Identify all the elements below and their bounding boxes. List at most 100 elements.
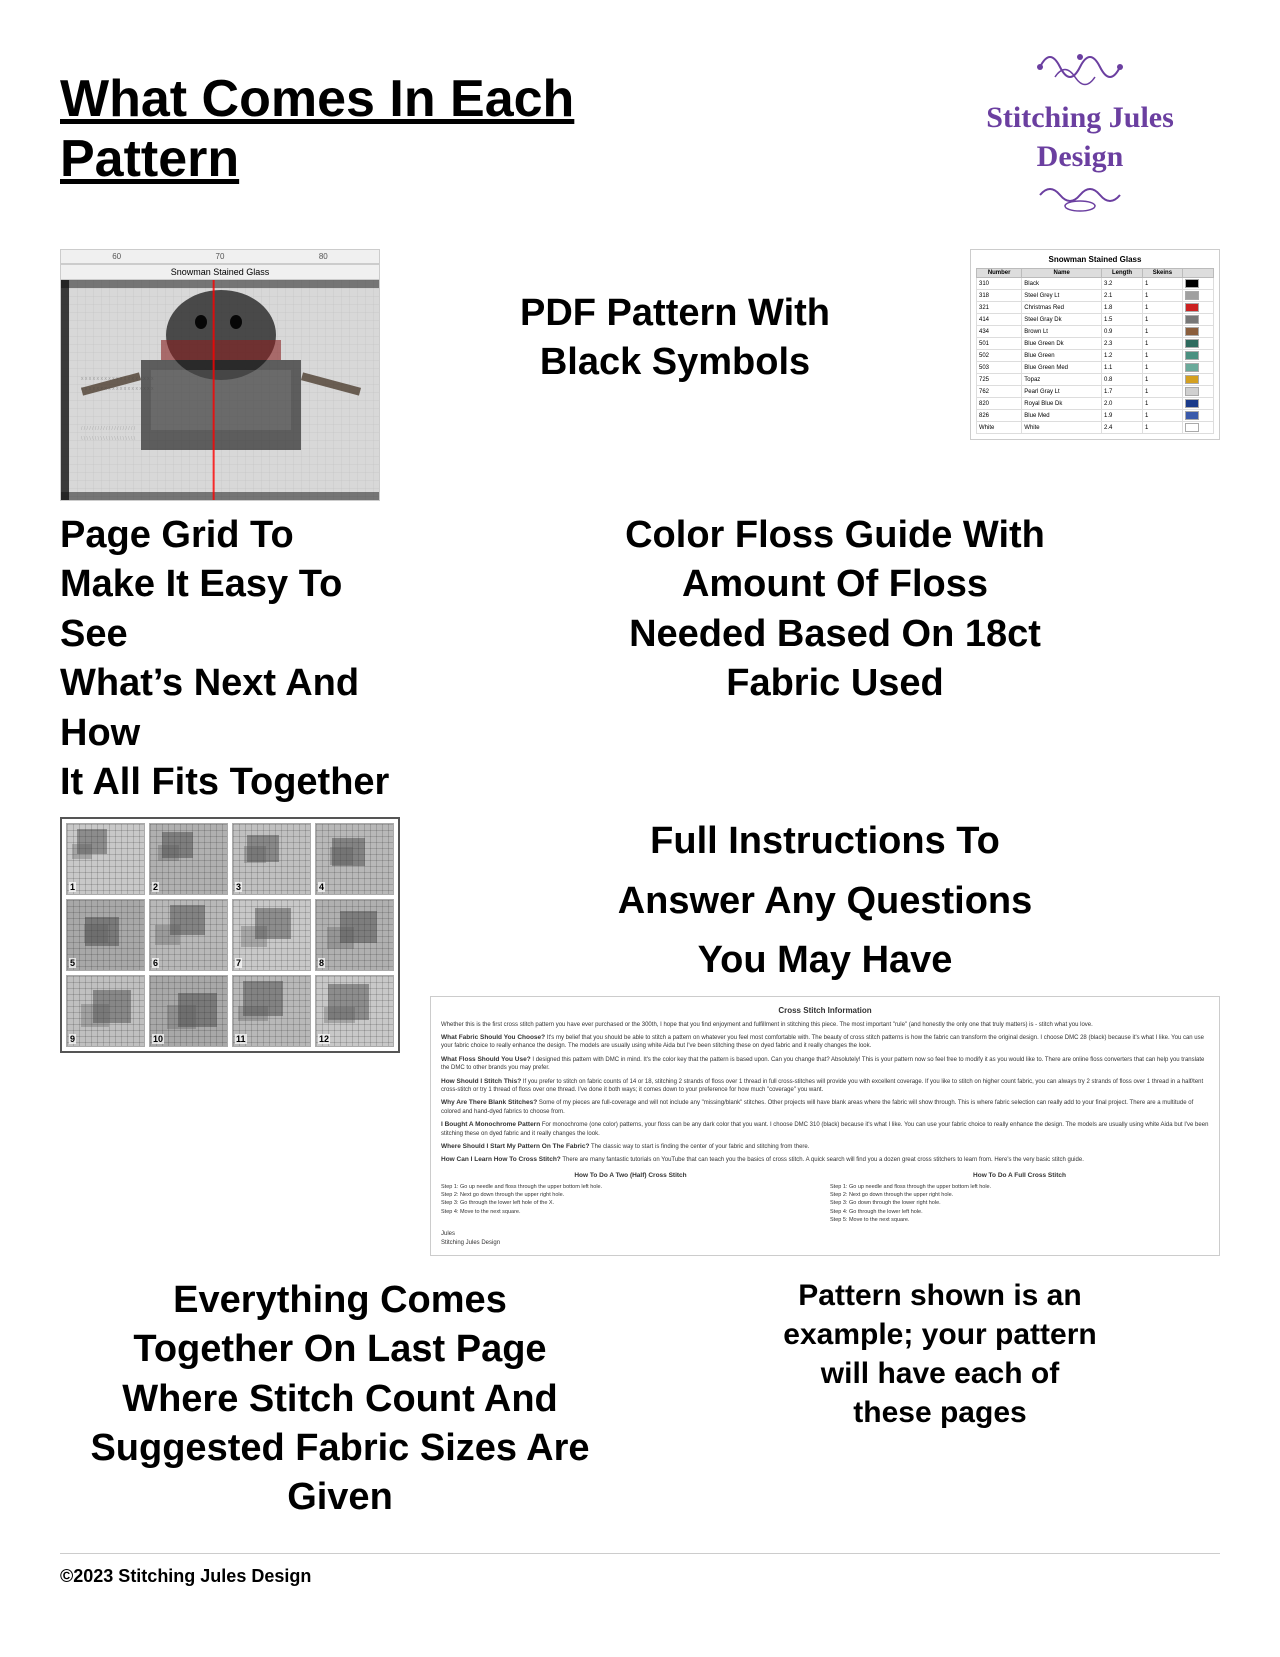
full-step-1: Step 1: Go up needle and floss through t… — [830, 1183, 1209, 1191]
svg-text:x x x x x x x x x x x x x x x: x x x x x x x x x x x x x x x x x x x — [81, 376, 154, 382]
thumb-cell: 12 — [315, 975, 394, 1047]
floss-skeins: 1 — [1142, 290, 1182, 302]
page-grid-label-2: Make It Easy To See — [60, 560, 410, 659]
floss-skeins: 1 — [1142, 410, 1182, 422]
mini-doc-title: Cross Stitch Information — [441, 1005, 1209, 1016]
logo-top-flourish — [1020, 42, 1140, 98]
mini-doc-stitch-section: How Should I Stitch This? If you prefer … — [441, 1077, 1209, 1095]
thumb-cell: 9 — [66, 975, 145, 1047]
ruler-mark-80: 80 — [319, 252, 328, 261]
thumb-cell: 3 — [232, 823, 311, 895]
floss-table: Number Name Length Skeins 310 Black 3.2 … — [976, 268, 1214, 434]
floss-row: 820 Royal Blue Dk 2.0 1 — [977, 398, 1214, 410]
half-step-1: Step 1: Go up needle and floss through t… — [441, 1183, 820, 1191]
floss-col-length: Length — [1102, 269, 1143, 278]
floss-name: Pearl Gray Lt — [1022, 386, 1102, 398]
floss-row: 434 Brown Lt 0.9 1 — [977, 326, 1214, 338]
mini-doc-learn-section: How Can I Learn How To Cross Stitch? The… — [441, 1155, 1209, 1164]
floss-color-swatch — [1182, 374, 1213, 386]
ruler-mark-70: 70 — [216, 252, 225, 261]
floss-length: 2.4 — [1102, 422, 1143, 434]
page-grid-text: Page Grid To Make It Easy To See What’s … — [60, 511, 410, 807]
logo-text: Stitching Jules Design — [940, 98, 1220, 176]
instructions-label-2: Answer Any Questions — [618, 877, 1033, 926]
floss-row: 321 Christmas Red 1.8 1 — [977, 302, 1214, 314]
mini-doc: Cross Stitch Information Whether this is… — [430, 996, 1220, 1256]
floss-guide-mini: Snowman Stained Glass Number Name Length… — [970, 249, 1220, 440]
floss-name: Topaz — [1022, 374, 1102, 386]
floss-length: 2.3 — [1102, 338, 1143, 350]
pattern-shown-area: Pattern shown is an example; your patter… — [660, 1276, 1220, 1432]
svg-text:x x x x x x x x x x x x x x x: x x x x x x x x x x x x x x x x x x x — [81, 386, 154, 392]
logo-area: Stitching Jules Design — [940, 40, 1220, 219]
thumb-number: 9 — [69, 1034, 76, 1044]
mini-doc-blank-title: Why Are There Blank Stitches? — [441, 1099, 537, 1106]
pattern-shown-line2: example; your pattern — [783, 1315, 1096, 1354]
floss-number: 434 — [977, 326, 1022, 338]
svg-text:\ \ \ \ \ \ \ \ \ \ \ \ \ \ \: \ \ \ \ \ \ \ \ \ \ \ \ \ \ \ \ \ \ \ \ — [81, 436, 136, 442]
thumb-cell: 7 — [232, 899, 311, 971]
floss-skeins: 1 — [1142, 422, 1182, 434]
floss-color-swatch — [1182, 314, 1213, 326]
floss-skeins: 1 — [1142, 278, 1182, 290]
thumb-number: 8 — [318, 958, 325, 968]
floss-length: 0.8 — [1102, 374, 1143, 386]
logo-bottom-flourish — [1030, 178, 1130, 219]
mini-doc-monochrome-text: For monochrome (one color) patterns, you… — [441, 1122, 1208, 1136]
floss-guide-title: Snowman Stained Glass — [976, 255, 1214, 264]
mini-doc-monochrome-section: I Bought A Monochrome Pattern For monoch… — [441, 1120, 1209, 1138]
floss-skeins: 1 — [1142, 374, 1182, 386]
thumb-cell: 1 — [66, 823, 145, 895]
floss-skeins: 1 — [1142, 326, 1182, 338]
thumb-number: 6 — [152, 958, 159, 968]
floss-skeins: 1 — [1142, 302, 1182, 314]
floss-number: 321 — [977, 302, 1022, 314]
mini-doc-floss-title: What Floss Should You Use? — [441, 1056, 531, 1063]
thumb-grid: 1 2 3 4 5 6 — [60, 817, 400, 1053]
thumb-number: 1 — [69, 882, 76, 892]
pattern-wrap: 10 20 — [61, 280, 379, 500]
half-step-4: Step 4: Move to the next square. — [441, 1208, 820, 1216]
half-stitch-title: How To Do A Two (Half) Cross Stitch — [441, 1171, 820, 1180]
floss-row: 310 Black 3.2 1 — [977, 278, 1214, 290]
floss-name: Black — [1022, 278, 1102, 290]
floss-color-swatch — [1182, 422, 1213, 434]
pdf-label-line1: PDF Pattern With — [410, 289, 940, 338]
stitch-columns: How To Do A Two (Half) Cross Stitch Step… — [441, 1171, 1209, 1224]
floss-length: 2.0 — [1102, 398, 1143, 410]
floss-length: 1.5 — [1102, 314, 1143, 326]
copyright: ©2023 Stitching Jules Design — [60, 1566, 1220, 1587]
full-stitch-title: How To Do A Full Cross Stitch — [830, 1171, 1209, 1180]
thumb-number: 2 — [152, 882, 159, 892]
floss-length: 2.1 — [1102, 290, 1143, 302]
mini-doc-blank-section: Why Are There Blank Stitches? Some of my… — [441, 1098, 1209, 1116]
color-floss-label-3: Needed Based On 18ct — [450, 610, 1220, 659]
floss-row: 501 Blue Green Dk 2.3 1 — [977, 338, 1214, 350]
cross-stitch-grid: x x x x x x x x x x x x x x x x x x x x … — [61, 280, 379, 500]
floss-name: Steel Grey Lt — [1022, 290, 1102, 302]
section3-row: 1 2 3 4 5 6 — [60, 817, 1220, 1256]
half-step-2: Step 2: Next go down through the upper r… — [441, 1191, 820, 1199]
floss-color-swatch — [1182, 326, 1213, 338]
color-floss-area: Color Floss Guide With Amount Of Floss N… — [450, 511, 1220, 709]
ruler-top: 60 70 80 — [61, 250, 379, 264]
everything-together-area: Everything Comes Together On Last Page W… — [60, 1276, 620, 1523]
pattern-shown-line3: will have each of — [783, 1354, 1096, 1393]
mini-doc-floss-section: What Floss Should You Use? I designed th… — [441, 1055, 1209, 1073]
floss-color-swatch — [1182, 398, 1213, 410]
floss-color-swatch — [1182, 410, 1213, 422]
pdf-label-line2: Black Symbols — [410, 338, 940, 387]
floss-name: Royal Blue Dk — [1022, 398, 1102, 410]
floss-color-swatch — [1182, 278, 1213, 290]
header: What Comes In Each Pattern Stitching Jul… — [60, 40, 1220, 219]
mini-doc-fabric-title: What Fabric Should You Choose? — [441, 1034, 545, 1041]
floss-number: 826 — [977, 410, 1022, 422]
everything-label-2: Together On Last Page — [60, 1325, 620, 1374]
floss-row: 826 Blue Med 1.9 1 — [977, 410, 1214, 422]
floss-row: 502 Blue Green 1.2 1 — [977, 350, 1214, 362]
floss-name: White — [1022, 422, 1102, 434]
instructions-area: Full Instructions To Answer Any Question… — [430, 817, 1220, 1256]
full-step-5: Step 5: Move to the next square. — [830, 1216, 1209, 1224]
floss-length: 0.9 — [1102, 326, 1143, 338]
pdf-pattern-label: PDF Pattern With Black Symbols — [410, 249, 940, 388]
